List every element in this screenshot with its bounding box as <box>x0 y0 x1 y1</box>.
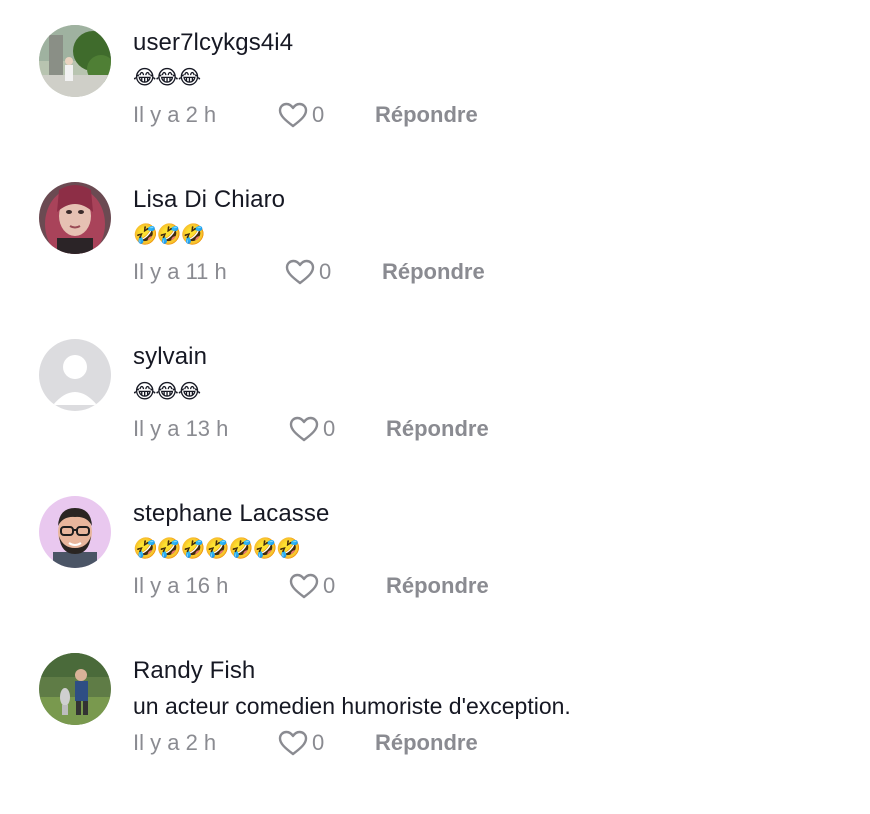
comment-text: un acteur comedien humoriste d'exception… <box>133 693 571 719</box>
like-button[interactable]: 0 <box>278 728 324 758</box>
reply-button[interactable]: Répondre <box>386 414 489 444</box>
comment-timestamp: Il y a 11 h <box>133 259 227 284</box>
heart-icon <box>278 730 308 756</box>
heart-icon <box>289 573 319 599</box>
avatar[interactable] <box>39 182 111 254</box>
reply-button[interactable]: Répondre <box>375 100 478 130</box>
comment-text: 🤣🤣🤣 <box>133 224 206 246</box>
like-button[interactable]: 0 <box>289 414 335 444</box>
comment-timestamp: Il y a 13 h <box>133 416 229 441</box>
avatar[interactable] <box>39 339 111 411</box>
comment-item: Lisa Di Chiaro 🤣🤣🤣 Il y a 11 h 0 Répondr… <box>0 157 870 314</box>
like-count: 0 <box>312 730 325 755</box>
like-button[interactable]: 0 <box>278 100 324 130</box>
avatar[interactable] <box>39 496 111 568</box>
reply-button[interactable]: Répondre <box>382 257 485 287</box>
comment-timestamp: Il y a 2 h <box>133 102 217 127</box>
like-count: 0 <box>323 416 336 441</box>
heart-icon <box>278 102 308 128</box>
avatar[interactable] <box>39 25 111 97</box>
comment-username[interactable]: Lisa Di Chiaro <box>133 185 285 215</box>
comment-text: 🤣🤣🤣🤣🤣🤣🤣 <box>133 538 301 560</box>
avatar[interactable] <box>39 653 111 725</box>
comment-text: 😂😂😂 <box>133 381 201 403</box>
comment-username[interactable]: stephane Lacasse <box>133 499 329 529</box>
comment-text: 😂😂😂 <box>133 67 201 89</box>
heart-icon <box>289 416 319 442</box>
comment-username[interactable]: sylvain <box>133 342 207 372</box>
like-count: 0 <box>323 573 336 598</box>
reply-button[interactable]: Répondre <box>386 571 489 601</box>
heart-icon <box>285 259 315 285</box>
comment-timestamp: Il y a 16 h <box>133 573 229 598</box>
comment-item: Randy Fish un acteur comedien humoriste … <box>0 628 870 785</box>
like-count: 0 <box>319 259 332 284</box>
comment-item: stephane Lacasse 🤣🤣🤣🤣🤣🤣🤣 Il y a 16 h 0 R… <box>0 471 870 628</box>
comment-timestamp: Il y a 2 h <box>133 730 217 755</box>
comment-item: user7lcykgs4i4 😂😂😂 Il y a 2 h 0 Répondre <box>0 0 870 157</box>
like-button[interactable]: 0 <box>289 571 335 601</box>
comment-username[interactable]: user7lcykgs4i4 <box>133 28 293 58</box>
like-button[interactable]: 0 <box>285 257 331 287</box>
comment-username[interactable]: Randy Fish <box>133 656 255 686</box>
like-count: 0 <box>312 102 325 127</box>
reply-button[interactable]: Répondre <box>375 728 478 758</box>
comment-item: sylvain 😂😂😂 Il y a 13 h 0 Répondre <box>0 314 870 471</box>
